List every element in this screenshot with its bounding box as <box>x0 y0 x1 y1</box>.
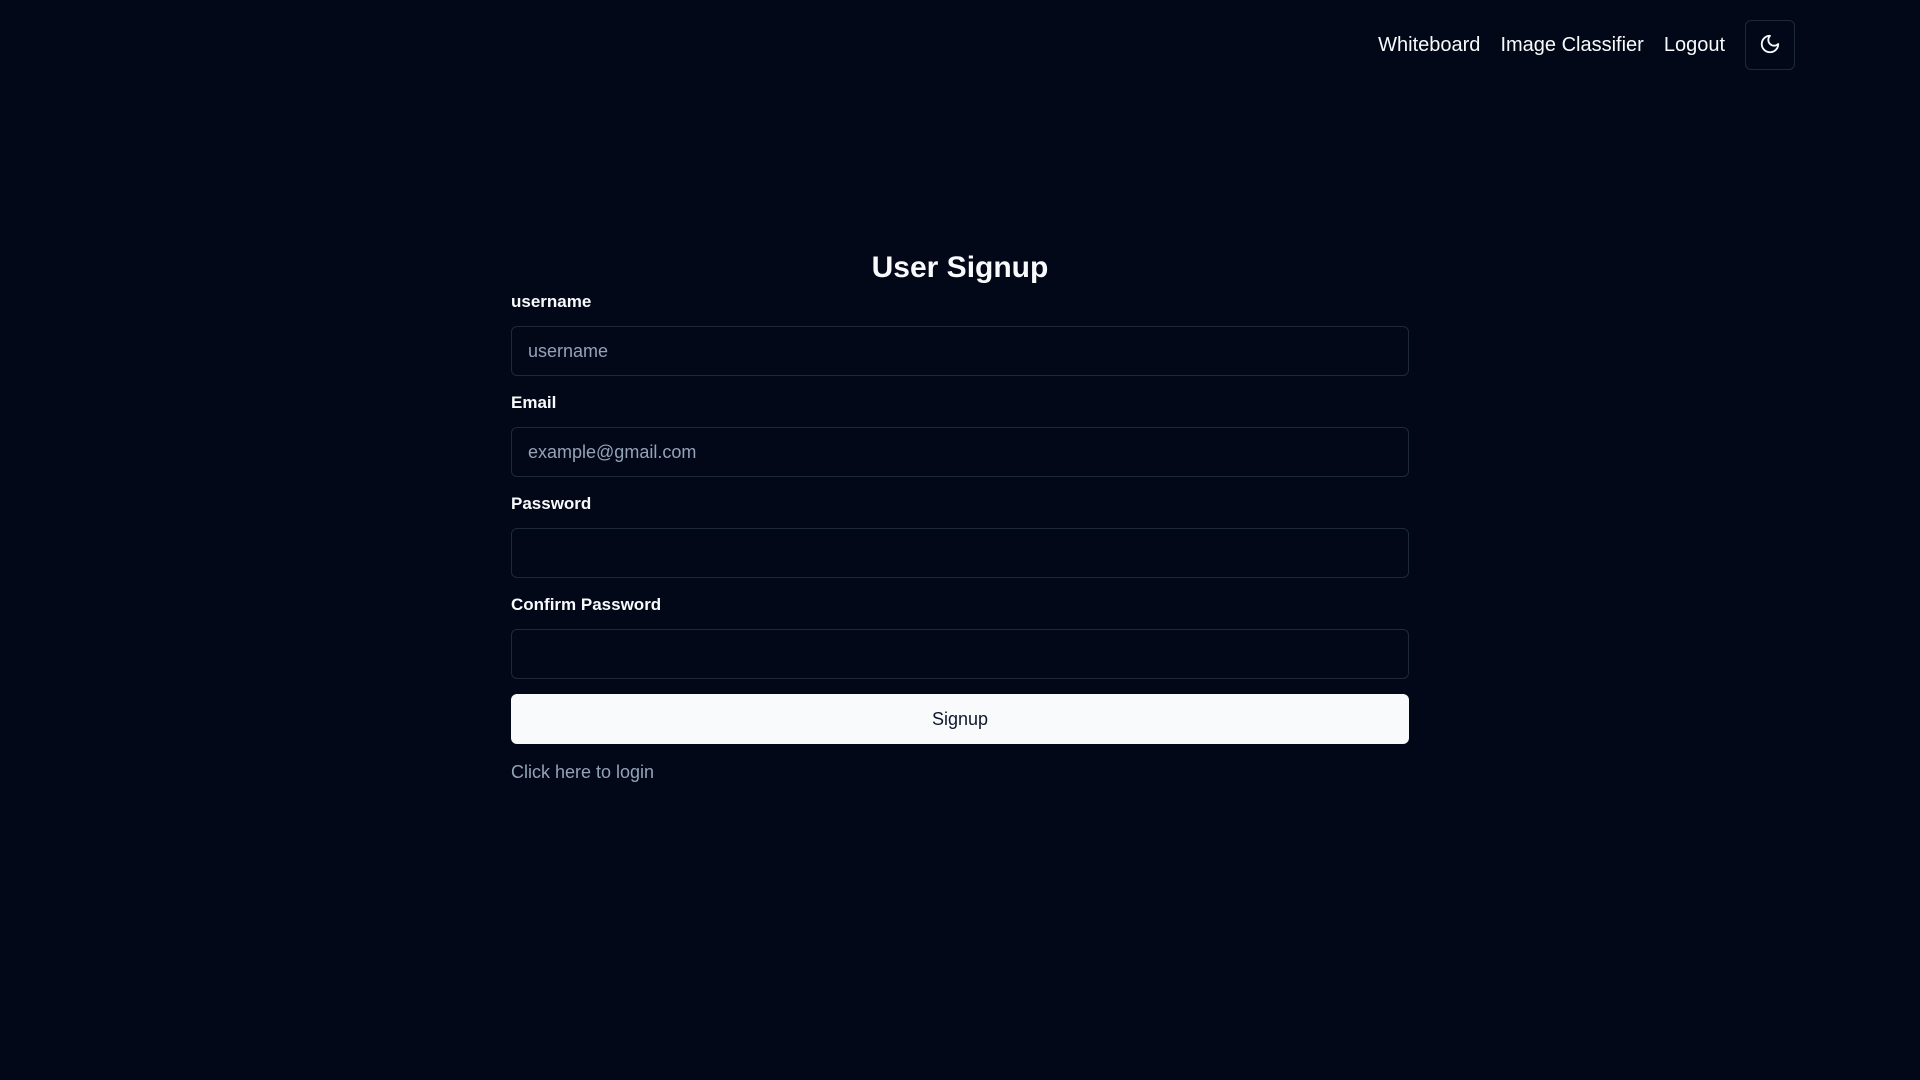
moon-icon <box>1759 33 1781 58</box>
email-input[interactable] <box>511 427 1409 477</box>
email-label: Email <box>511 393 557 412</box>
confirm-password-input[interactable] <box>511 629 1409 679</box>
navbar: Whiteboard Image Classifier Logout <box>0 20 1920 70</box>
confirm-password-label: Confirm Password <box>511 595 662 614</box>
username-label: username <box>511 292 592 311</box>
password-input[interactable] <box>511 528 1409 578</box>
nav-link-whiteboard[interactable]: Whiteboard <box>1378 34 1480 57</box>
confirm-password-field-group: Confirm Password <box>511 594 1409 679</box>
username-field-group: username <box>511 291 1409 376</box>
username-input[interactable] <box>511 326 1409 376</box>
email-field-group: Email <box>511 392 1409 477</box>
theme-toggle-button[interactable] <box>1745 20 1795 70</box>
password-label: Password <box>511 494 592 513</box>
nav-link-logout[interactable]: Logout <box>1664 34 1725 57</box>
signup-form: User Signup username Email Password Conf… <box>511 245 1409 783</box>
signup-button[interactable]: Signup <box>511 694 1409 744</box>
password-field-group: Password <box>511 493 1409 578</box>
login-link[interactable]: Click here to login <box>511 762 654 783</box>
nav-links: Whiteboard Image Classifier Logout <box>1378 20 1795 70</box>
page-title: User Signup <box>871 251 1049 284</box>
nav-link-image-classifier[interactable]: Image Classifier <box>1500 34 1643 57</box>
